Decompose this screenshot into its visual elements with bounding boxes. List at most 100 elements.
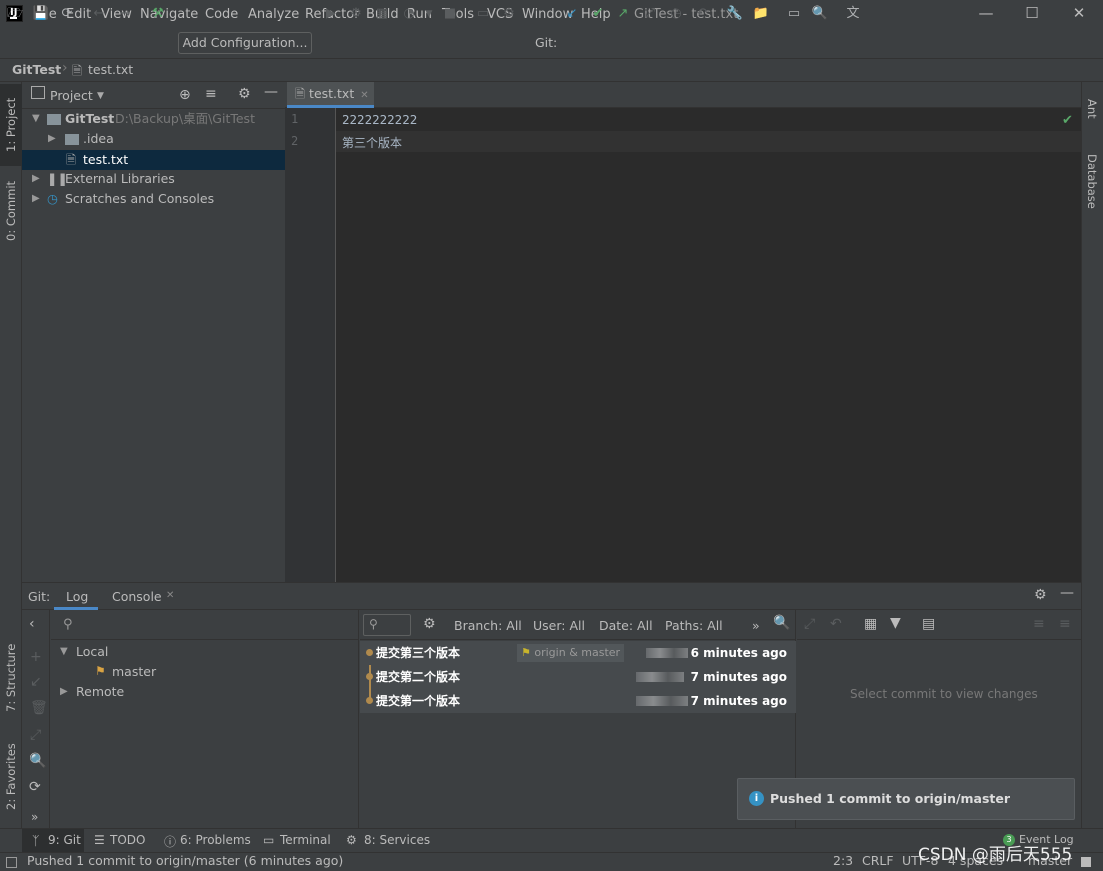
tool-tab-project[interactable]: 1: Project bbox=[0, 84, 22, 166]
commit-row[interactable]: 提交第一个版本 7 minutes ago bbox=[360, 689, 796, 713]
breadcrumb-root[interactable]: GitTest bbox=[12, 62, 61, 77]
tool-tab-git[interactable]: ᛉ 9: Git bbox=[22, 829, 84, 852]
branch-search-field[interactable]: ⚲ bbox=[51, 610, 359, 640]
save-all-icon[interactable]: 💾 bbox=[32, 5, 50, 23]
more-icon[interactable]: » bbox=[31, 810, 38, 824]
chevron-down-icon[interactable]: ▼ bbox=[97, 91, 104, 101]
add-configuration-button[interactable]: Add Configuration... bbox=[178, 32, 312, 54]
delete-branch-icon[interactable]: 🗑 bbox=[30, 700, 48, 716]
project-view-selector[interactable]: Project bbox=[50, 88, 93, 103]
breadcrumb-file[interactable]: test.txt bbox=[88, 62, 133, 77]
filter-date[interactable]: Date: All bbox=[599, 618, 653, 633]
search-icon[interactable]: 🔍 bbox=[773, 615, 790, 631]
chevron-right-icon[interactable]: ▶ bbox=[32, 169, 40, 189]
group-by-icon[interactable]: ▦ bbox=[864, 616, 877, 632]
toggle-tool-windows-icon[interactable] bbox=[6, 857, 17, 868]
chevron-right-icon[interactable]: ▶ bbox=[48, 129, 56, 149]
tool-tab-database[interactable]: Database bbox=[1081, 146, 1103, 216]
chevron-left-icon[interactable]: ‹ bbox=[29, 616, 35, 632]
chevron-down-icon[interactable]: ▼ bbox=[32, 109, 40, 129]
tree-item-external-libraries[interactable]: ▶ ❚❚ External Libraries bbox=[22, 169, 285, 189]
more-icon[interactable]: » bbox=[752, 618, 760, 633]
tool-tab-services[interactable]: 8: Services bbox=[364, 833, 430, 847]
close-tab-icon[interactable]: ✕ bbox=[166, 590, 174, 601]
filter-paths[interactable]: Paths: All bbox=[665, 618, 723, 633]
tree-item-gittest[interactable]: ▼ GitTest D:\Backup\桌面\GitTest bbox=[22, 109, 285, 129]
git-update-icon[interactable]: ↙ bbox=[563, 5, 581, 23]
sync-icon[interactable]: ⟳ bbox=[58, 5, 76, 23]
services-gear-icon[interactable]: ⚙ bbox=[500, 5, 518, 23]
expand-all-icon[interactable]: ≡ bbox=[1033, 616, 1045, 632]
chevron-down-icon[interactable]: ▼ bbox=[60, 646, 68, 657]
compare-branch-icon[interactable]: ⤢ bbox=[30, 727, 41, 743]
locate-file-icon[interactable]: ⊕ bbox=[179, 87, 191, 103]
close-tab-icon[interactable]: ✕ bbox=[360, 90, 368, 101]
tool-tab-problems[interactable]: 6: Problems bbox=[180, 833, 251, 847]
translate-icon[interactable]: 文 bbox=[844, 5, 862, 23]
tool-tab-structure[interactable]: 7: Structure bbox=[0, 636, 22, 720]
layout-icon[interactable]: ▤ bbox=[922, 616, 935, 632]
update-branch-icon[interactable]: ↙ bbox=[30, 674, 42, 690]
forward-arrow-icon[interactable]: → bbox=[116, 5, 134, 23]
git-compare-icon[interactable]: ⤢ bbox=[641, 5, 659, 23]
tool-tab-todo[interactable]: TODO bbox=[110, 833, 145, 847]
tab-log[interactable]: Log bbox=[54, 583, 98, 610]
back-arrow-icon[interactable]: ← bbox=[90, 5, 108, 23]
branch-group-remote[interactable]: Remote bbox=[76, 684, 124, 699]
tool-tab-ant[interactable]: Ant bbox=[1081, 88, 1103, 130]
git-push-icon[interactable]: ↗ bbox=[614, 5, 632, 23]
line-separator[interactable]: CRLF bbox=[862, 853, 894, 868]
commit-row[interactable]: 提交第三个版本 ⚑ origin & master 6 minutes ago bbox=[360, 641, 796, 665]
menu-code[interactable]: Code bbox=[205, 7, 238, 22]
editor-tab-test-txt[interactable]: 🗎 test.txt ✕ bbox=[287, 82, 374, 108]
run-icon[interactable]: ▶ bbox=[322, 5, 340, 23]
attach-debugger-icon[interactable]: ▭ bbox=[474, 5, 492, 23]
inspection-ok-icon[interactable]: ✔ bbox=[1062, 113, 1073, 128]
gear-icon[interactable]: ⚙ bbox=[423, 616, 436, 632]
tool-tab-favorites[interactable]: 2: Favorites bbox=[0, 734, 22, 820]
run-dropdown-icon[interactable]: ▼ bbox=[420, 5, 438, 23]
tree-item-idea[interactable]: ▶ .idea bbox=[22, 129, 285, 149]
tree-item-test-txt[interactable]: 🗎 test.txt bbox=[22, 150, 285, 170]
chevron-right-icon[interactable]: ▶ bbox=[32, 189, 40, 209]
code-line[interactable]: 2222222222 bbox=[342, 112, 417, 127]
chevron-right-icon[interactable]: ▶ bbox=[60, 686, 68, 697]
gear-icon[interactable]: ⚙ bbox=[238, 86, 251, 102]
collapse-all-icon[interactable]: ≡ bbox=[205, 86, 217, 102]
git-rollback-icon[interactable]: ↶ bbox=[693, 5, 711, 23]
search-everywhere-icon[interactable]: 🔍 bbox=[811, 5, 829, 23]
code-line[interactable]: 第三个版本 bbox=[342, 134, 402, 151]
filter-branch[interactable]: Branch: All bbox=[454, 618, 522, 633]
hide-panel-icon[interactable]: — bbox=[1060, 585, 1074, 601]
debug-icon[interactable]: ⚙ bbox=[347, 5, 365, 23]
commit-row[interactable]: 提交第二个版本 7 minutes ago bbox=[360, 665, 796, 689]
maximize-icon[interactable]: ☐ bbox=[1020, 4, 1044, 24]
branch-master[interactable]: master bbox=[112, 664, 156, 679]
branch-group-local[interactable]: Local bbox=[76, 644, 108, 659]
tool-tab-terminal[interactable]: Terminal bbox=[280, 833, 331, 847]
minimize-icon[interactable]: — bbox=[974, 4, 998, 24]
editor-area[interactable] bbox=[285, 82, 1081, 582]
refresh-icon[interactable]: ⟳ bbox=[29, 779, 41, 795]
tool-tab-commit[interactable]: 0: Commit bbox=[0, 172, 22, 250]
build-hammer-icon[interactable]: ⚒ bbox=[149, 5, 167, 23]
cherry-pick-icon[interactable]: ⤢ bbox=[804, 616, 815, 632]
filter-user[interactable]: User: All bbox=[533, 618, 585, 633]
close-window-icon[interactable]: ✕ bbox=[1067, 4, 1091, 24]
collapse-all-icon[interactable]: ≡ bbox=[1059, 616, 1071, 632]
caret-position[interactable]: 2:3 bbox=[833, 853, 853, 868]
tree-item-scratches[interactable]: ▶ ◷ Scratches and Consoles bbox=[22, 189, 285, 209]
terminal-window-icon[interactable]: ▭ bbox=[785, 5, 803, 23]
push-notification[interactable]: i Pushed 1 commit to origin/master bbox=[737, 778, 1075, 820]
status-message[interactable]: Pushed 1 commit to origin/master (6 minu… bbox=[27, 853, 343, 868]
coverage-icon[interactable]: ▦ bbox=[373, 5, 391, 23]
profile-icon[interactable]: ◔ bbox=[400, 5, 418, 23]
menu-analyze[interactable]: Analyze bbox=[248, 7, 299, 22]
tab-console[interactable]: Console bbox=[112, 589, 162, 604]
settings-wrench-icon[interactable]: 🔧 bbox=[726, 5, 744, 23]
hide-panel-icon[interactable]: — bbox=[264, 84, 278, 100]
git-commit-check-icon[interactable]: ✔ bbox=[589, 5, 607, 23]
search-icon[interactable]: 🔍 bbox=[29, 753, 46, 769]
add-branch-icon[interactable]: + bbox=[30, 649, 42, 665]
stop-icon[interactable]: ■ bbox=[441, 5, 459, 23]
